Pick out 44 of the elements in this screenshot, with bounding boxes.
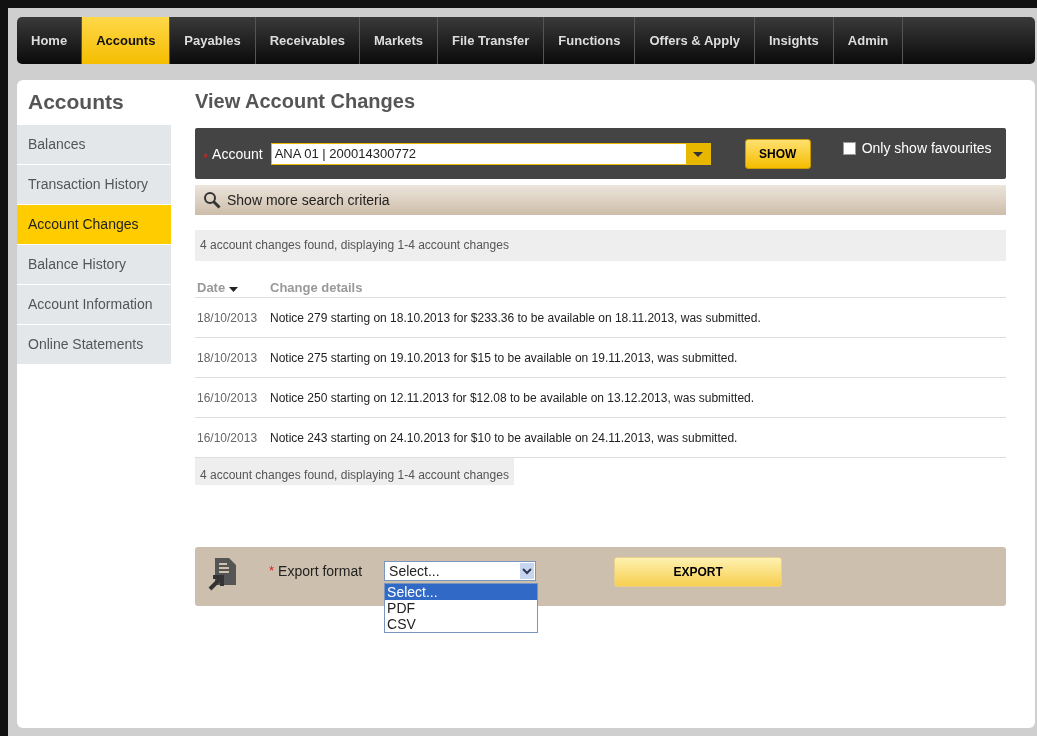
sidebar-item[interactable]: Online Statements — [17, 325, 171, 365]
nav-tab[interactable]: Functions — [544, 17, 636, 64]
export-button[interactable]: EXPORT — [614, 557, 783, 587]
sidebar-item[interactable]: Account Information — [17, 285, 171, 325]
required-mark: * — [203, 150, 209, 165]
date-cell-text: 16/10/2013 — [196, 390, 259, 405]
nav-tab[interactable]: Offers & Apply — [635, 17, 755, 64]
more-criteria-bar[interactable]: Show more search criteria — [195, 185, 1006, 215]
favourites-checkbox[interactable] — [842, 141, 856, 155]
account-select[interactable]: ANA 01 | 200014300772 — [270, 142, 711, 165]
sort-down-icon — [228, 287, 238, 292]
favourites-label: Only show favourites — [861, 140, 992, 156]
details-cell: Notice 250 starting on 12.11.2013 for $12.08 to be available on 13.12.2013, was submitted. — [270, 390, 755, 405]
export-format-label: Export format — [278, 563, 364, 579]
date-cell-text: 18/10/2013 — [196, 350, 259, 365]
date-cell-text: 18/10/2013 — [196, 310, 259, 325]
details-cell: Notice 275 starting on 19.10.2013 for $15 to be available on 19.11.2013, was submitted. — [270, 350, 738, 365]
date-cell-text: 16/10/2013 — [196, 430, 259, 445]
results-summary: 4 account changes found, displaying 1-4 account changes — [195, 230, 1006, 261]
nav-tab[interactable]: Accounts — [82, 17, 171, 64]
nav-tab[interactable]: File Transfer — [438, 17, 545, 64]
dropdown-option[interactable]: Select... — [385, 584, 538, 600]
sidebar-item[interactable]: Account Changes — [17, 205, 171, 245]
column-header: Change details — [270, 280, 363, 295]
details-cell: Notice 279 starting on 18.10.2013 for $233.36 to be available on 18.11.2013, was submitted. — [270, 310, 761, 325]
export-format-select[interactable]: Select... — [384, 561, 537, 581]
sidebar-item[interactable]: Transaction History — [17, 165, 171, 205]
sidebar-item[interactable]: Balances — [17, 125, 171, 165]
account-label: Account — [212, 145, 263, 162]
dropdown-option[interactable]: CSV — [385, 616, 538, 632]
nav-tab[interactable]: Admin — [833, 17, 904, 64]
nav-tab[interactable]: Insights — [755, 17, 834, 64]
nav-tab[interactable]: Receivables — [255, 17, 360, 64]
details-cell: Notice 243 starting on 24.10.2013 for $10 to be available on 24.11.2013, was submitted. — [270, 430, 738, 445]
results-summary: 4 account changes found, displaying 1-4 account changes — [195, 458, 514, 485]
dropdown-option[interactable]: PDF — [385, 600, 538, 616]
sidebar-item[interactable]: Balance History — [17, 245, 171, 285]
required-mark: * — [269, 563, 275, 578]
search-icon — [203, 191, 221, 209]
page-title: View Account Changes — [195, 89, 417, 114]
show-button[interactable]: SHOW — [744, 138, 811, 169]
nav-tab[interactable]: Markets — [359, 17, 439, 64]
nav-tab[interactable]: Payables — [170, 17, 256, 64]
sidebar-title: Accounts — [27, 89, 125, 115]
